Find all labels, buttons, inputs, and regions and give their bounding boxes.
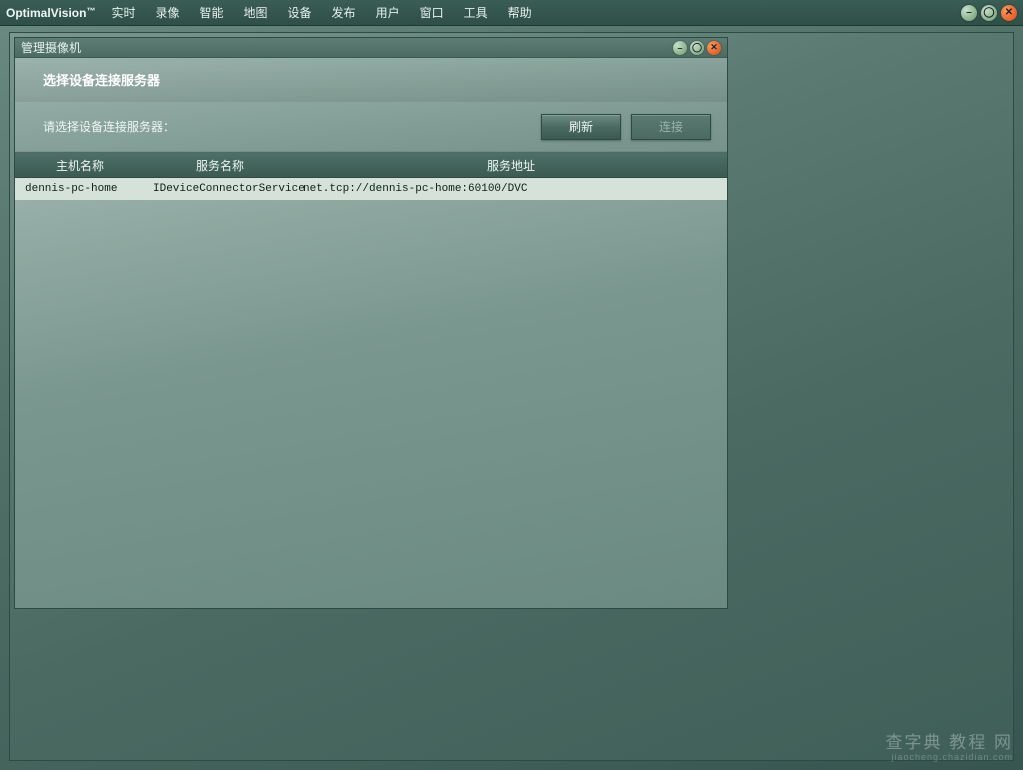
maximize-icon[interactable]: ◯ — [981, 5, 997, 21]
close-icon[interactable]: ✕ — [1001, 5, 1017, 21]
menubar: 实时 录像 智能 地图 设备 发布 用户 窗口 工具 帮助 — [101, 4, 541, 21]
cell-host: dennis-pc-home — [15, 178, 145, 200]
window-controls: – ◯ ✕ — [961, 5, 1017, 21]
app-title: OptimalVision™ — [6, 6, 101, 20]
menu-publish[interactable]: 发布 — [322, 4, 366, 21]
dialog-window-controls: – ◯ ✕ — [673, 41, 721, 55]
server-table-header: 主机名称 服务名称 服务地址 — [15, 152, 727, 178]
table-row[interactable]: dennis-pc-home IDeviceConnectorService n… — [15, 178, 727, 200]
action-row: 请选择设备连接服务器： 刷新 连接 — [15, 102, 727, 152]
cell-service: IDeviceConnectorService — [145, 178, 295, 200]
app-title-text: OptimalVision — [6, 6, 86, 20]
column-address[interactable]: 服务地址 — [295, 153, 727, 177]
dialog-minimize-icon[interactable]: – — [673, 41, 687, 55]
menu-user[interactable]: 用户 — [366, 4, 410, 21]
menu-smart[interactable]: 智能 — [190, 4, 234, 21]
column-host[interactable]: 主机名称 — [15, 153, 145, 177]
minimize-icon[interactable]: – — [961, 5, 977, 21]
dialog-prompt: 请选择设备连接服务器： — [31, 118, 531, 135]
dialog-maximize-icon[interactable]: ◯ — [690, 41, 704, 55]
column-service[interactable]: 服务名称 — [145, 153, 295, 177]
menu-window[interactable]: 窗口 — [410, 4, 454, 21]
app-titlebar: OptimalVision™ 实时 录像 智能 地图 设备 发布 用户 窗口 工… — [0, 0, 1023, 26]
dialog-titlebar: 管理摄像机 – ◯ ✕ — [15, 38, 727, 58]
refresh-button[interactable]: 刷新 — [541, 114, 621, 140]
menu-tools[interactable]: 工具 — [454, 4, 498, 21]
server-table-body: dennis-pc-home IDeviceConnectorService n… — [15, 178, 727, 608]
dialog-heading-text: 选择设备连接服务器 — [43, 70, 160, 89]
menu-help[interactable]: 帮助 — [498, 4, 542, 21]
main-panel: 管理摄像机 – ◯ ✕ 选择设备连接服务器 请选择设备连接服务器： 刷新 连接 … — [9, 32, 1014, 761]
menu-record[interactable]: 录像 — [145, 4, 189, 21]
dialog-close-icon[interactable]: ✕ — [707, 41, 721, 55]
dialog-title: 管理摄像机 — [21, 39, 81, 56]
menu-realtime[interactable]: 实时 — [101, 4, 145, 21]
menu-device[interactable]: 设备 — [278, 4, 322, 21]
menu-map[interactable]: 地图 — [234, 4, 278, 21]
trademark-symbol: ™ — [86, 6, 95, 16]
camera-manager-dialog: 管理摄像机 – ◯ ✕ 选择设备连接服务器 请选择设备连接服务器： 刷新 连接 … — [14, 37, 728, 609]
cell-address: net.tcp://dennis-pc-home:60100/DVC — [295, 178, 727, 200]
connect-button[interactable]: 连接 — [631, 114, 711, 140]
dialog-heading: 选择设备连接服务器 — [15, 58, 727, 102]
